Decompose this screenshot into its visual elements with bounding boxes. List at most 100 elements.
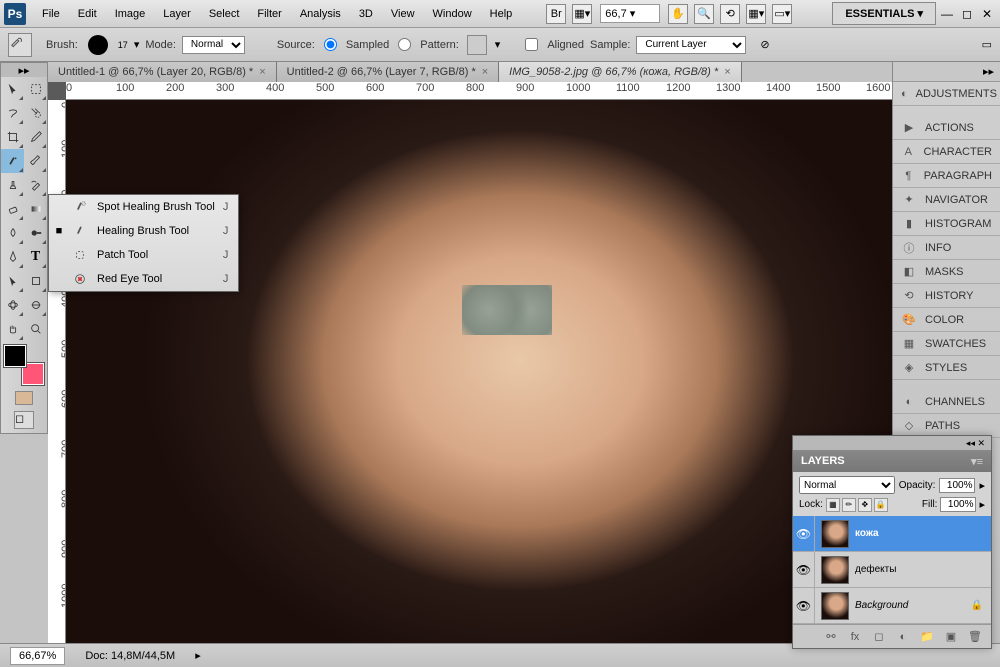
eyedropper-tool[interactable] (24, 125, 47, 149)
visibility-toggle[interactable]: 👁 (793, 516, 815, 551)
menu-file[interactable]: File (34, 4, 68, 24)
close-tab-icon[interactable]: × (482, 66, 488, 78)
menu-image[interactable]: Image (107, 4, 154, 24)
blend-mode-select[interactable]: Normal (182, 36, 245, 54)
quick-select-tool[interactable] (24, 101, 47, 125)
menu-3d[interactable]: 3D (351, 4, 381, 24)
layer-thumbnail[interactable] (821, 520, 849, 548)
opacity-slider-icon[interactable]: ▸ (979, 479, 985, 492)
lock-transparency-icon[interactable]: ▦ (826, 498, 840, 512)
vertical-ruler[interactable]: 01002003004005006007008009001000 (48, 100, 66, 643)
brush-preview[interactable] (88, 35, 108, 55)
marquee-tool[interactable] (24, 77, 47, 101)
panel-character[interactable]: ACHARACTER (893, 140, 1000, 164)
collapse-toolbox-icon[interactable]: ▸▸ (1, 63, 47, 77)
panel-actions[interactable]: ▶ACTIONS (893, 116, 1000, 140)
visibility-toggle[interactable]: 👁 (793, 552, 815, 587)
fill-value[interactable]: 100% (940, 497, 976, 512)
menu-layer[interactable]: Layer (155, 4, 199, 24)
type-tool[interactable]: T (24, 245, 47, 269)
layer-item-3[interactable]: 👁 Background 🔒 (793, 588, 991, 624)
close-tab-icon[interactable]: × (724, 66, 730, 78)
menu-help[interactable]: Help (482, 4, 521, 24)
flyout-healing-brush[interactable]: ■ Healing Brush Tool J (49, 219, 238, 243)
panel-color[interactable]: 🎨COLOR (893, 308, 1000, 332)
launch-bridge-icon[interactable]: Br (546, 4, 566, 24)
doc-tab-3[interactable]: IMG_9058-2.jpg @ 66,7% (кожа, RGB/8) *× (499, 62, 741, 82)
history-brush-tool[interactable] (24, 173, 47, 197)
layer-thumbnail[interactable] (821, 556, 849, 584)
shape-tool[interactable] (24, 269, 47, 293)
aligned-checkbox[interactable] (525, 38, 538, 51)
brush-dropdown-icon[interactable]: ▾ (134, 38, 140, 51)
panel-masks[interactable]: ◧MASKS (893, 260, 1000, 284)
source-sampled-radio[interactable] (324, 38, 337, 51)
lock-pixels-icon[interactable]: ✏ (842, 498, 856, 512)
close-tab-icon[interactable]: × (259, 66, 265, 78)
eraser-tool[interactable] (1, 197, 24, 221)
panel-styles[interactable]: ◈STYLES (893, 356, 1000, 380)
quick-mask-toggle[interactable]: ◻ (14, 411, 34, 429)
path-select-tool[interactable] (1, 269, 24, 293)
panel-channels[interactable]: ◐CHANNELS (893, 390, 1000, 414)
panel-paragraph[interactable]: ¶PARAGRAPH (893, 164, 1000, 188)
layer-style-icon[interactable]: fx (847, 629, 863, 645)
flyout-patch[interactable]: Patch Tool J (49, 243, 238, 267)
mini-swatch[interactable] (15, 391, 33, 405)
toggle-panels-icon[interactable]: ▭ (982, 38, 992, 51)
pattern-dropdown-icon[interactable]: ▾ (495, 38, 501, 51)
panel-info[interactable]: ⓘINFO (893, 236, 1000, 260)
opacity-value[interactable]: 100% (939, 478, 975, 493)
zoom-tool[interactable] (24, 317, 47, 341)
doc-tab-2[interactable]: Untitled-2 @ 66,7% (Layer 7, RGB/8) *× (277, 62, 500, 82)
fill-slider-icon[interactable]: ▸ (979, 498, 985, 511)
layer-group-icon[interactable]: 📁 (919, 629, 935, 645)
link-layers-icon[interactable]: ⚯ (823, 629, 839, 645)
layer-item-1[interactable]: 👁 кожа (793, 516, 991, 552)
menu-view[interactable]: View (383, 4, 423, 24)
hand-tool[interactable] (1, 317, 24, 341)
view-extras-icon[interactable]: ▦▾ (572, 4, 592, 24)
flyout-spot-healing[interactable]: Spot Healing Brush Tool J (49, 195, 238, 219)
foreground-color-swatch[interactable] (4, 345, 26, 367)
panel-menu-icon[interactable]: ▾≡ (971, 455, 983, 468)
visibility-toggle[interactable]: 👁 (793, 588, 815, 623)
healing-brush-tool[interactable] (1, 149, 24, 173)
lasso-tool[interactable] (1, 101, 24, 125)
menu-edit[interactable]: Edit (70, 4, 105, 24)
menu-analysis[interactable]: Analysis (292, 4, 349, 24)
rotate-view-icon[interactable]: ⟲ (720, 4, 740, 24)
brush-tool[interactable] (24, 149, 47, 173)
zoom-tool-icon[interactable]: 🔍 (694, 4, 714, 24)
collapse-dock-icon[interactable]: ▸▸ (983, 65, 994, 78)
doc-tab-1[interactable]: Untitled-1 @ 66,7% (Layer 20, RGB/8) *× (48, 62, 277, 82)
maximize-button[interactable]: ◻ (960, 7, 974, 21)
layers-panel-tab[interactable]: LAYERS▾≡ (793, 450, 991, 472)
gradient-tool[interactable] (24, 197, 47, 221)
document-canvas[interactable] (66, 100, 892, 643)
crop-tool[interactable] (1, 125, 24, 149)
panel-swatches[interactable]: ▦SWATCHES (893, 332, 1000, 356)
screen-mode-icon[interactable]: ▭▾ (772, 4, 792, 24)
new-layer-icon[interactable]: ▣ (943, 629, 959, 645)
lock-all-icon[interactable]: 🔒 (874, 498, 888, 512)
dodge-tool[interactable] (24, 221, 47, 245)
panel-navigator[interactable]: ✦NAVIGATOR (893, 188, 1000, 212)
menu-filter[interactable]: Filter (249, 4, 289, 24)
hand-tool-icon[interactable]: ✋ (668, 4, 688, 24)
pen-tool[interactable] (1, 245, 24, 269)
menu-select[interactable]: Select (201, 4, 248, 24)
color-swatches[interactable] (4, 345, 44, 385)
horizontal-ruler[interactable]: 0100200300400500600700800900100011001200… (66, 82, 892, 100)
3d-rotate-tool[interactable] (1, 293, 24, 317)
clone-stamp-tool[interactable] (1, 173, 24, 197)
3d-orbit-tool[interactable] (24, 293, 47, 317)
arrange-docs-icon[interactable]: ▦▾ (746, 4, 766, 24)
status-menu-icon[interactable]: ▸ (195, 649, 201, 662)
layer-mask-icon[interactable]: ◻ (871, 629, 887, 645)
panel-histogram[interactable]: ▮HISTOGRAM (893, 212, 1000, 236)
adjustment-layer-icon[interactable]: ◐ (895, 629, 911, 645)
layer-item-2[interactable]: 👁 дефекты (793, 552, 991, 588)
lock-position-icon[interactable]: ✥ (858, 498, 872, 512)
layer-blend-select[interactable]: Normal (799, 476, 895, 494)
